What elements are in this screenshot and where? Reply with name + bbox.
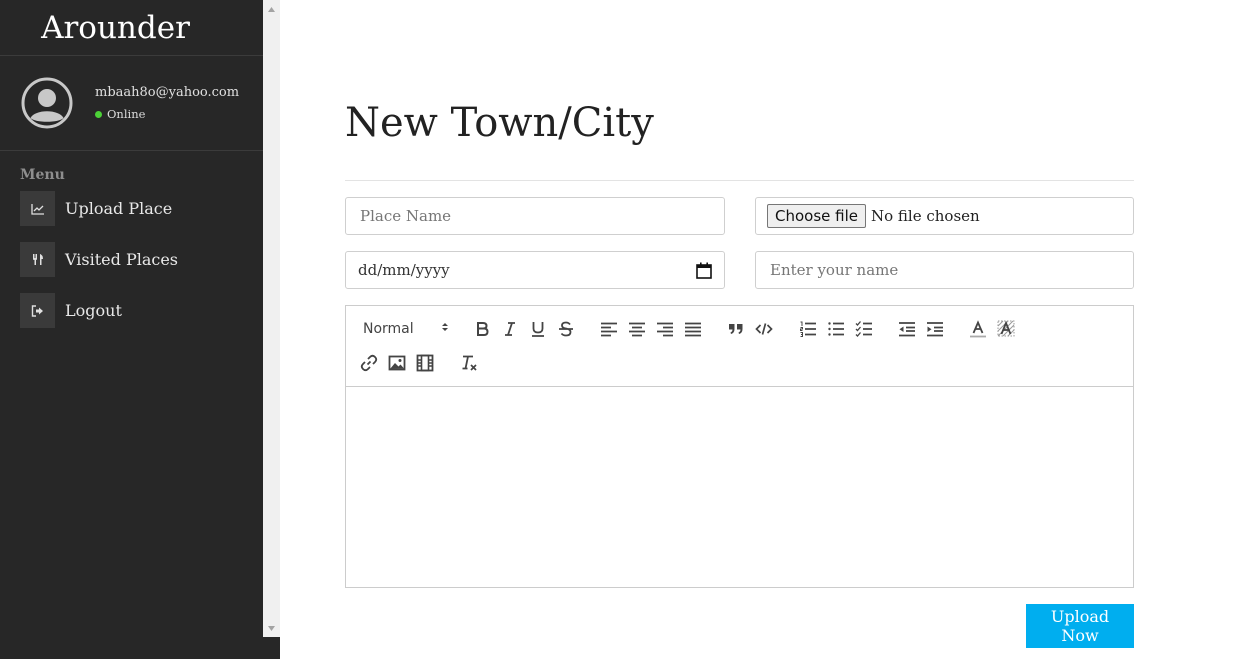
scroll-up-arrow-icon[interactable] [263,1,280,17]
your-name-field[interactable] [755,251,1134,289]
brand-logo[interactable]: Arounder [0,0,263,56]
chart-line-icon [20,191,55,226]
align-left-icon [601,322,617,337]
image-icon [388,355,406,371]
date-field[interactable]: dd/mm/yyyy [345,251,725,289]
editor-content-area[interactable] [346,387,1133,587]
user-email: mbaah8o@yahoo.com [95,85,240,100]
align-center-button[interactable] [625,317,649,341]
choose-file-button[interactable]: Choose file [767,204,866,228]
title-divider [345,180,1134,181]
select-arrows-icon [442,323,448,331]
align-justify-icon [685,322,701,337]
italic-button[interactable] [498,317,522,341]
sidebar-item-label: Visited Places [65,250,179,269]
strikethrough-button[interactable] [554,317,578,341]
file-upload-field[interactable]: Choose file No file chosen [755,197,1134,235]
place-name-input[interactable] [358,206,712,226]
code-icon [755,323,773,335]
text-color-button[interactable] [966,317,990,341]
sidebar-bottom-strip [263,637,280,659]
sidebar: Arounder mbaah8o@yahoo.com Online Menu U… [0,0,263,659]
heading-select[interactable]: Normal [363,318,449,340]
bullet-list-button[interactable] [824,317,848,341]
user-info: mbaah8o@yahoo.com Online [95,85,239,121]
outdent-icon [899,322,915,337]
user-panel: mbaah8o@yahoo.com Online [0,56,263,151]
page-title: New Town/City [345,100,654,146]
clear-format-button[interactable] [457,351,481,375]
video-button[interactable] [413,351,437,375]
bold-button[interactable] [470,317,494,341]
calendar-icon[interactable] [696,262,712,279]
avatar-icon [21,77,73,129]
quote-icon [729,324,743,334]
upload-now-button[interactable]: Upload Now [1026,604,1134,648]
sidebar-scrollbar[interactable] [263,0,280,637]
check-list-button[interactable] [852,317,876,341]
align-right-icon [657,322,673,337]
text-color-icon [970,320,986,338]
image-button[interactable] [385,351,409,375]
outdent-button[interactable] [895,317,919,341]
blockquote-button[interactable] [724,317,748,341]
underline-button[interactable] [526,317,550,341]
sidebar-item-visited-places[interactable]: Visited Places [20,242,263,277]
align-center-icon [629,322,645,337]
background-color-button[interactable] [994,317,1018,341]
place-name-field[interactable] [345,197,725,235]
bullet-list-icon [828,322,844,336]
ordered-list-icon [800,321,816,337]
indent-button[interactable] [923,317,947,341]
editor-toolbar: Normal [346,306,1133,387]
menu-title: Menu [20,167,65,183]
link-button[interactable] [357,351,381,375]
italic-icon [505,322,515,336]
sidebar-item-upload-place[interactable]: Upload Place [20,191,263,226]
sidebar-item-label: Upload Place [65,199,173,218]
sign-out-icon [20,293,55,328]
ordered-list-button[interactable] [796,317,820,341]
sidebar-menu: Upload Place Visited Places Logout [0,191,263,328]
date-input-value[interactable]: dd/mm/yyyy [358,261,696,279]
scroll-down-arrow-icon[interactable] [263,620,280,636]
strikethrough-icon [559,321,573,337]
code-button[interactable] [752,317,776,341]
sidebar-item-label: Logout [65,301,122,320]
your-name-input[interactable] [768,260,1121,280]
sidebar-item-logout[interactable]: Logout [20,293,263,328]
align-justify-button[interactable] [681,317,705,341]
heading-select-value: Normal [363,321,414,337]
status-dot-icon [95,110,102,118]
indent-icon [927,322,943,337]
video-icon [416,354,434,372]
bold-icon [477,322,489,336]
check-list-icon [855,321,872,337]
utensils-icon [20,242,55,277]
rich-text-editor: Normal [345,305,1134,588]
user-status: Online [95,107,239,121]
align-left-button[interactable] [597,317,621,341]
file-status-text: No file chosen [871,207,980,225]
align-right-button[interactable] [653,317,677,341]
clear-format-icon [462,355,477,371]
status-label: Online [107,107,146,121]
background-color-icon [997,320,1015,337]
link-icon [360,354,378,372]
underline-icon [532,322,544,337]
